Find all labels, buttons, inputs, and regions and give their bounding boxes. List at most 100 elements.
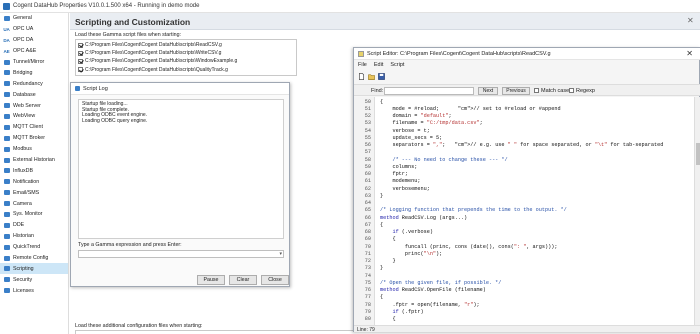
- sidebar-item-opc-ua[interactable]: UA OPC UA: [0, 24, 68, 35]
- code-line: {: [380, 316, 396, 322]
- previous-button[interactable]: Previous: [502, 87, 530, 95]
- panel-close-icon[interactable]: ✕: [687, 16, 694, 25]
- historian-icon: [3, 233, 10, 239]
- code-line: verbose = t;: [380, 127, 430, 134]
- page-title: Scripting and Customization: [75, 17, 191, 27]
- sidebar-item-label: Tunnel/Mirror: [13, 59, 45, 65]
- log-line: Loading ODBC query engine.: [82, 117, 148, 124]
- line-number: 68: [364, 229, 371, 235]
- editor-status-bar: Line: 79: [354, 325, 700, 333]
- code-line: update_secs = 5;: [380, 134, 443, 141]
- line-number: 72: [364, 258, 371, 264]
- app-icon: [3, 2, 10, 10]
- script-file-row[interactable]: C:\Program Files\Cogent\Cogent DataHub\s…: [78, 57, 294, 65]
- script-editor-titlebar: Script Editor: C:\Program Files\Cogent\C…: [354, 48, 700, 60]
- chevron-down-icon[interactable]: ▾: [279, 251, 282, 257]
- code-line: {: [380, 294, 384, 301]
- sidebar-item-notification[interactable]: Notification: [0, 176, 68, 187]
- sidebar-item-label: General: [13, 15, 32, 22]
- script-file-row[interactable]: C:\Program Files\Cogent\Cogent DataHub\s…: [78, 66, 294, 74]
- scrollbar-thumb[interactable]: [696, 143, 700, 165]
- sidebar-item-scripting[interactable]: Scripting: [0, 263, 68, 275]
- code-line: separators = ","; "cm">// e.g. use " " f…: [380, 142, 664, 148]
- line-number: 54: [364, 127, 371, 134]
- line-number: 73: [364, 265, 371, 272]
- code-line: .fptr = open(filename, "r");: [380, 301, 480, 308]
- code-editor[interactable]: 50 51 52 53 54 55 56 57 58 59 60 61 62 63 64 65 66 67 68 69…: [354, 97, 694, 325]
- sidebar-item-label: Database: [13, 91, 36, 98]
- sidebar-item-email-sms[interactable]: Email/SMS: [0, 187, 68, 198]
- script-file-checkbox[interactable]: [78, 67, 83, 73]
- sidebar-item-label: MQTT Client: [13, 124, 43, 131]
- sidebar-item-database[interactable]: Database: [0, 89, 68, 100]
- dde-icon: [3, 222, 10, 228]
- sidebar-item-opc-a-e[interactable]: AE OPC A&E: [0, 46, 68, 57]
- sidebar-item-label: OPC DA: [13, 37, 34, 44]
- sidebar-item-bridging[interactable]: Bridging: [0, 67, 68, 78]
- code-line: /* Open the given file, if possible. */: [380, 279, 502, 286]
- sidebar-item-licenses[interactable]: Licenses: [0, 285, 68, 296]
- sidebar-item-quicktrend[interactable]: QuickTrend: [0, 242, 68, 253]
- sidebar-item-general[interactable]: General: [0, 13, 68, 24]
- script-log-output[interactable]: Startup file loading... Startup file comp…: [78, 99, 284, 239]
- sidebar-item-label: External Historian: [13, 157, 55, 164]
- sidebar-item-remote-config[interactable]: Remote Config: [0, 253, 68, 264]
- line-number: 58: [364, 156, 371, 163]
- menu-edit[interactable]: Edit: [374, 62, 383, 68]
- script-file-row[interactable]: C:\Program Files\Cogent\Cogent DataHub\s…: [78, 49, 294, 57]
- script-editor-icon: [358, 50, 364, 57]
- save-icon[interactable]: [378, 73, 385, 80]
- code-line: filename = "C:/tmp/data.csv";: [380, 120, 483, 127]
- sidebar-item-influxdb[interactable]: InfluxDB: [0, 165, 68, 176]
- sidebar-item-dde[interactable]: DDE: [0, 220, 68, 231]
- find-input[interactable]: [384, 87, 474, 95]
- sidebar-item-label: Sys. Monitor: [13, 211, 43, 218]
- sidebar-item-web-server[interactable]: Web Server: [0, 100, 68, 111]
- sidebar-item-camera[interactable]: Camera: [0, 198, 68, 209]
- regexp-checkbox[interactable]: [569, 88, 574, 93]
- editor-toolbar: [358, 73, 385, 80]
- script-files-list[interactable]: C:\Program Files\Cogent\Cogent DataHub\s…: [75, 39, 297, 76]
- load-config-label: Load these additional configuration file…: [75, 323, 203, 329]
- sidebar-item-historian[interactable]: Historian: [0, 231, 68, 242]
- general-icon: [3, 15, 10, 21]
- next-button[interactable]: Next: [478, 87, 498, 95]
- sidebar-item-opc-da[interactable]: DA OPC DA: [0, 35, 68, 46]
- redundancy-icon: [3, 81, 10, 87]
- script-file-checkbox[interactable]: [78, 50, 83, 56]
- line-number: 76: [364, 287, 371, 293]
- sidebar-item-webview[interactable]: WebView: [0, 111, 68, 122]
- close-icon[interactable]: ✕: [686, 49, 693, 58]
- sidebar-item-redundancy[interactable]: Redundancy: [0, 78, 68, 89]
- sidebar-item-security[interactable]: Security: [0, 274, 68, 285]
- sidebar-item-mqtt-client[interactable]: MQTT Client: [0, 122, 68, 133]
- match-case-checkbox[interactable]: [534, 88, 539, 93]
- influxdb-icon: [3, 168, 10, 174]
- line-number: 71: [364, 250, 371, 257]
- sidebar-item-tunnel-mirror[interactable]: Tunnel/Mirror: [0, 57, 68, 68]
- database-icon: [3, 92, 10, 98]
- close-button[interactable]: Close: [261, 275, 289, 285]
- sidebar-item-label: Email/SMS: [13, 189, 40, 196]
- vertical-scrollbar[interactable]: [694, 97, 700, 325]
- script-file-checkbox[interactable]: [78, 58, 83, 64]
- opc-ae-icon: AE: [3, 48, 10, 54]
- menu-file[interactable]: File: [358, 62, 367, 68]
- sidebar-item-modbus[interactable]: Modbus: [0, 144, 68, 155]
- clear-button[interactable]: Clear: [229, 275, 257, 285]
- opc-da-icon: DA: [3, 37, 10, 43]
- expression-input[interactable]: ▾: [78, 250, 284, 258]
- sidebar-item-mqtt-broker[interactable]: MQTT Broker: [0, 133, 68, 144]
- sidebar-item-label: OPC UA: [13, 26, 34, 33]
- open-folder-icon[interactable]: [368, 73, 375, 80]
- sidebar-item-sys-monitor[interactable]: Sys. Monitor: [0, 209, 68, 220]
- code-line: funcall (princ, cons (date(), cons(": ",…: [380, 243, 558, 250]
- regexp-label: Regexp: [576, 88, 595, 94]
- new-file-icon[interactable]: [358, 73, 365, 80]
- script-file-checkbox[interactable]: [78, 42, 83, 48]
- menu-script[interactable]: Script: [390, 62, 404, 68]
- sidebar-item-label: Licenses: [13, 287, 34, 294]
- sidebar-item-external-historian[interactable]: External Historian: [0, 155, 68, 166]
- script-file-row[interactable]: C:\Program Files\Cogent\Cogent DataHub\s…: [78, 41, 294, 49]
- pause-button[interactable]: Pause: [197, 275, 225, 285]
